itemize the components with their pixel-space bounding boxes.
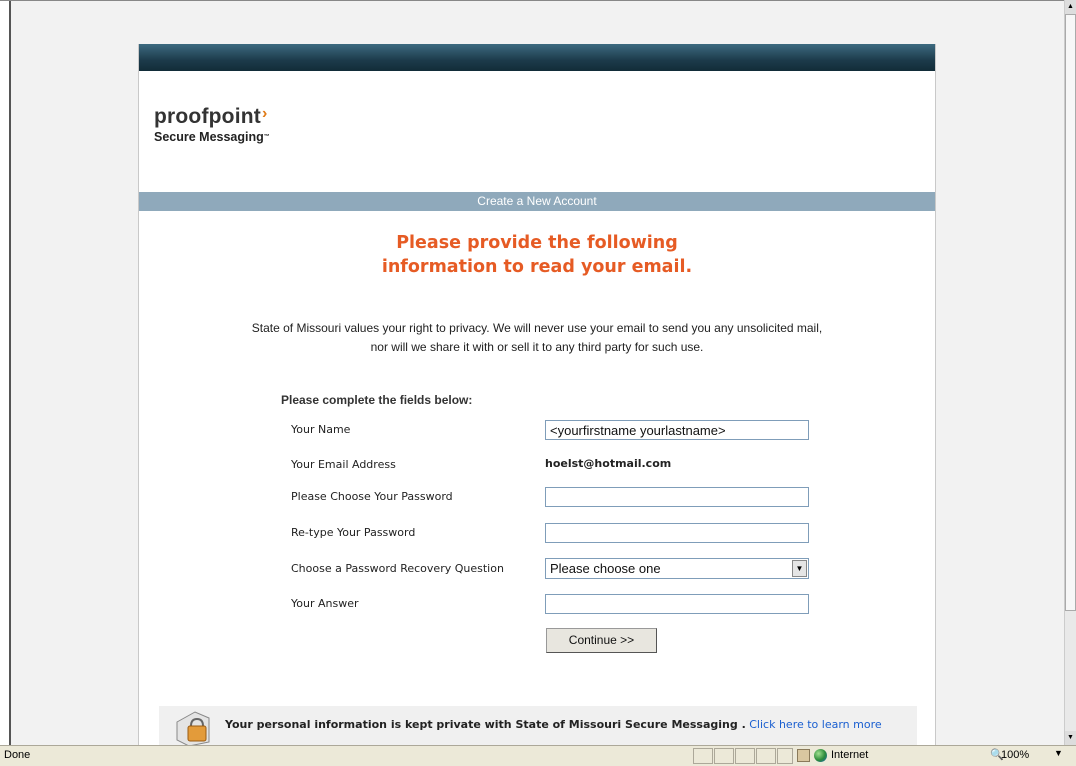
recovery-question-value: Please choose one: [550, 561, 661, 576]
zoom-level: 100%: [1001, 749, 1030, 761]
answer-label: Your Answer: [291, 597, 359, 610]
retype-password-field[interactable]: [545, 523, 809, 543]
globe-icon: [814, 749, 827, 762]
answer-field[interactable]: [545, 594, 809, 614]
privacy-footer: Your personal information is kept privat…: [159, 706, 917, 745]
privacy-line-1: State of Missouri values your right to p…: [251, 321, 823, 335]
name-label: Your Name: [291, 423, 351, 436]
password-label: Please Choose Your Password: [291, 490, 453, 503]
learn-more-link[interactable]: Click here to learn more: [749, 718, 881, 731]
headline-line-2: information to read your email.: [381, 257, 693, 277]
vertical-scrollbar[interactable]: ▲ ▼: [1064, 0, 1076, 745]
chevron-down-icon[interactable]: ▼: [1054, 748, 1063, 758]
zone-label: Internet: [831, 749, 869, 761]
frame-left-border: [9, 1, 11, 745]
headline-line-1: Please provide the following: [396, 233, 678, 253]
scroll-up-icon[interactable]: ▲: [1065, 0, 1076, 14]
browser-viewport: proofpoint› Secure Messaging™ Create a N…: [0, 0, 1064, 745]
scroll-thumb[interactable]: [1065, 14, 1076, 611]
form-heading: Please complete the fields below:: [281, 393, 473, 407]
status-bar: Done Internet 🔍 100% ▼: [0, 745, 1076, 766]
lock-icon: [176, 711, 210, 745]
chevron-down-icon[interactable]: ▼: [792, 560, 807, 577]
logo-chevron-icon: ›: [261, 105, 268, 122]
zoom-control[interactable]: 🔍 100% ▼: [990, 748, 1070, 764]
password-field[interactable]: [545, 487, 809, 507]
status-pane: [777, 748, 793, 764]
scroll-down-icon[interactable]: ▼: [1065, 731, 1076, 745]
email-label: Your Email Address: [291, 458, 396, 471]
footer-privacy-text: Your personal information is kept privat…: [225, 718, 746, 731]
continue-button[interactable]: Continue >>: [546, 628, 657, 653]
retype-password-label: Re-type Your Password: [291, 526, 416, 539]
section-title-bar: Create a New Account: [139, 192, 935, 211]
page-headline: Please provide the following information…: [139, 231, 935, 279]
status-pane: [693, 748, 713, 764]
status-pane: [735, 748, 755, 764]
status-pane: [714, 748, 734, 764]
privacy-statement: State of Missouri values your right to p…: [139, 319, 935, 357]
recovery-question-select[interactable]: Please choose one ▼: [545, 558, 809, 579]
security-zone-panel[interactable]: Internet: [795, 748, 923, 764]
trademark-mark: ™: [263, 134, 270, 140]
logo-word: proofpoint: [154, 105, 261, 128]
warning-icon: [797, 749, 810, 762]
email-value: hoelst@hotmail.com: [545, 457, 672, 470]
page-container: proofpoint› Secure Messaging™ Create a N…: [138, 44, 936, 745]
proofpoint-logo: proofpoint› Secure Messaging™: [154, 105, 270, 144]
recovery-question-label: Choose a Password Recovery Question: [291, 562, 504, 575]
logo-subtitle: Secure Messaging: [154, 130, 264, 144]
status-pane: [756, 748, 776, 764]
header-band: [139, 44, 935, 71]
status-text: Done: [4, 749, 31, 761]
name-field[interactable]: <yourfirstname yourlastname>: [545, 420, 809, 440]
privacy-line-2: nor will we share it with or sell it to …: [370, 340, 704, 354]
